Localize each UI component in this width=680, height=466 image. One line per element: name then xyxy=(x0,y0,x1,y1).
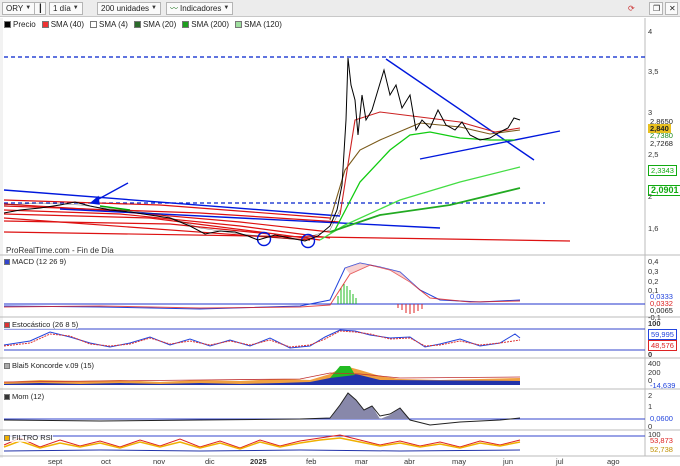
date-tick: oct xyxy=(101,457,112,466)
stochastic-panel xyxy=(3,328,645,351)
mom-tick: 1 xyxy=(648,402,653,411)
macd-title[interactable]: MACD (12 26 9) xyxy=(4,257,67,266)
mom-tick: 2 xyxy=(648,391,653,400)
stoch-tick: 100 xyxy=(648,319,661,328)
date-tick: sept xyxy=(48,457,63,466)
stochastic-title[interactable]: Estocástico (26 8 5) xyxy=(4,320,79,329)
momentum-panel xyxy=(3,392,645,426)
date-tick: nov xyxy=(153,457,166,466)
sma-tag: 2,3343 xyxy=(648,165,677,176)
momentum-title[interactable]: Mom (12) xyxy=(4,392,45,401)
chart-canvas[interactable] xyxy=(0,0,680,466)
macd-tick: 0,2 xyxy=(648,277,659,286)
price-tick: 1,6 xyxy=(648,224,659,233)
rsi-filter-panel xyxy=(3,434,645,452)
date-tick: 2025 xyxy=(250,457,267,466)
macd-panel xyxy=(3,262,645,314)
macd-tick: 0,4 xyxy=(648,257,659,266)
price-tick: 4 xyxy=(648,27,653,36)
date-tick: abr xyxy=(404,457,415,466)
date-tick: jul xyxy=(556,457,564,466)
watermark: ProRealTime.com - Fin de Día xyxy=(6,246,114,255)
stoch-tag: 48,576 xyxy=(648,340,677,351)
date-tick: ago xyxy=(607,457,620,466)
blai5-title[interactable]: Blai5 Koncorde v.09 (15) xyxy=(4,361,94,370)
date-tick: feb xyxy=(306,457,317,466)
price-tick: 2,5 xyxy=(648,150,659,159)
blai-tag: -14,639 xyxy=(650,381,676,390)
main-price-panel xyxy=(3,56,645,249)
rsi-tag: 52,738 xyxy=(650,445,673,454)
rsi-tag: 53,873 xyxy=(650,436,673,445)
price-tick: 3,5 xyxy=(648,67,659,76)
rsi-filter-title[interactable]: FILTRO RSI xyxy=(4,433,53,442)
blai-tick: 400 xyxy=(648,359,661,368)
macd-tick: 0,3 xyxy=(648,267,659,276)
date-tick: may xyxy=(452,457,467,466)
date-tick: mar xyxy=(355,457,368,466)
stoch-tick: 0 xyxy=(648,350,653,359)
price-tick: 3 xyxy=(648,108,653,117)
date-tick: jun xyxy=(503,457,514,466)
sma-tag: 2,0901 xyxy=(648,185,680,196)
price-tag: 2,7268 xyxy=(650,139,673,148)
stoch-tag: 59,995 xyxy=(648,329,677,340)
date-tick: dic xyxy=(205,457,215,466)
